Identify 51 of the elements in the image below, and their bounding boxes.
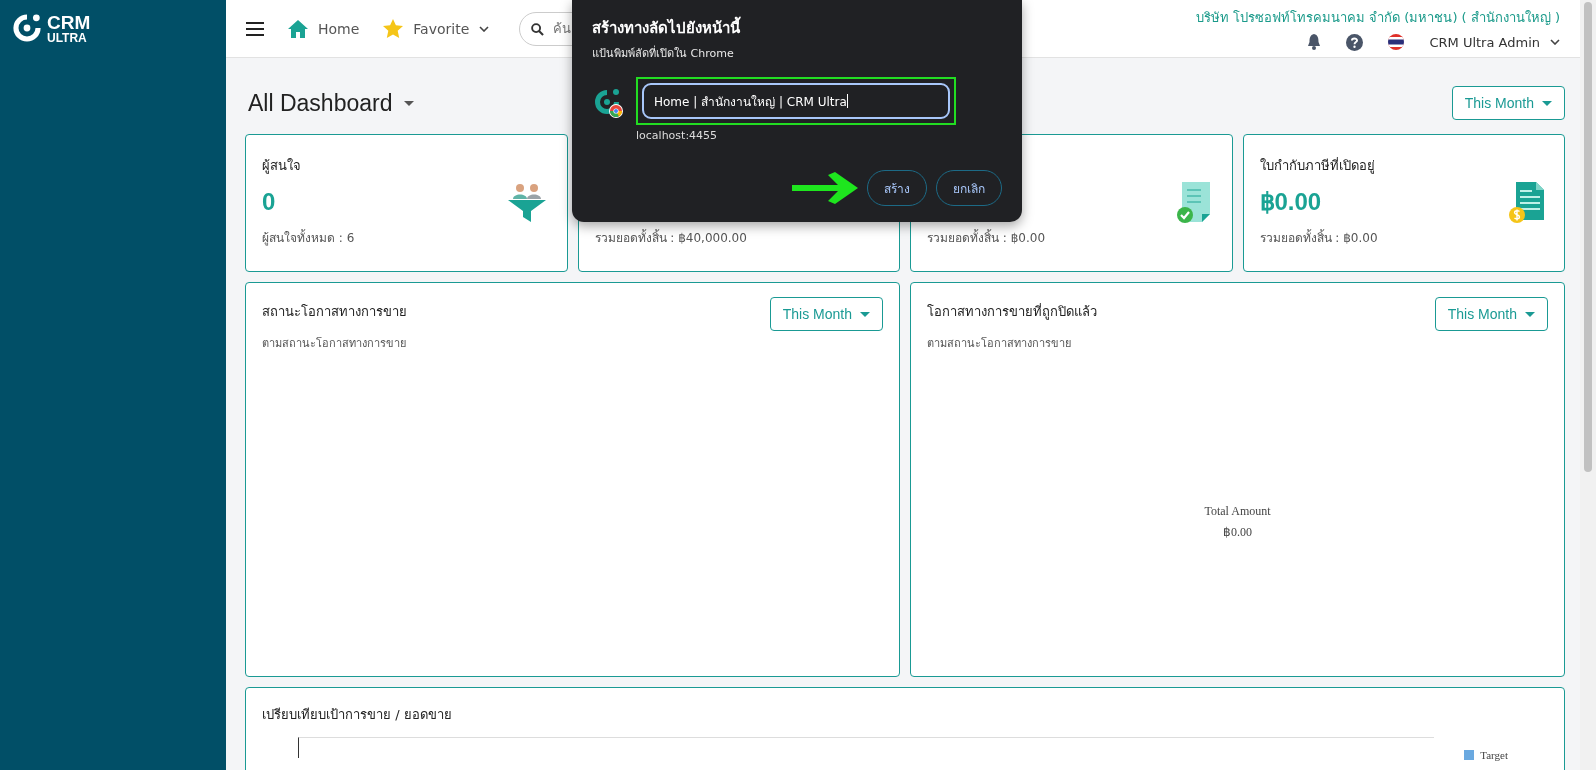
- arrow-icon: [792, 172, 858, 204]
- chart-center-label: Total Amount: [1204, 504, 1271, 519]
- card-title: ผู้สนใจ: [262, 157, 302, 176]
- legend-swatch: [1464, 750, 1475, 760]
- panel-title: สถานะโอกาสทางการขาย: [262, 303, 407, 321]
- app-icon: [592, 86, 624, 120]
- panel-title: เปรียบเทียบเป้าการขาย / ยอดขาย: [262, 707, 452, 722]
- checklist-icon: [1175, 182, 1212, 224]
- logo-text: CRM: [47, 12, 91, 32]
- caret-icon: [404, 100, 415, 106]
- favorite-menu[interactable]: Favorite: [383, 19, 490, 38]
- card-total: รวมยอดทั้งสิ้น : ฿0.00: [927, 228, 1046, 247]
- period-dropdown[interactable]: This Month: [769, 297, 883, 331]
- period-dropdown[interactable]: This Month: [1434, 297, 1548, 331]
- bell-icon[interactable]: [1307, 34, 1322, 50]
- caret-icon: [1542, 100, 1552, 106]
- card-total: รวมยอดทั้งสิ้น : ฿40,000.00: [594, 228, 747, 247]
- dashboard-title[interactable]: All Dashboard: [248, 89, 415, 117]
- help-icon[interactable]: [1346, 33, 1364, 51]
- card-value: 0: [262, 188, 277, 216]
- legend-label: Target: [1480, 749, 1508, 761]
- dialog-subtitle: แป้นพิมพ์ลัดที่เปิดใน Chrome: [592, 44, 735, 62]
- caret-icon: [860, 311, 870, 317]
- card-title: ใบกำกับภาษีที่เปิดอยู่: [1259, 156, 1376, 176]
- chevron-icon: [479, 25, 490, 32]
- card-value: ฿0.00: [1259, 188, 1323, 216]
- home-link[interactable]: Home: [288, 19, 360, 38]
- name-input[interactable]: Home | สำนักงานใหญ่ | CRM Ultra: [642, 83, 950, 119]
- flag-icon[interactable]: [1388, 34, 1405, 50]
- card-total: ผู้สนใจทั้งหมด : 6: [262, 228, 355, 247]
- logo-subtext: ULTRA: [47, 31, 88, 44]
- company-name: บริษัท โปรซอฟท์โทรคมนาคม จำกัด (มหาชน) ( สำนักงานใหญ่ ): [1195, 8, 1560, 27]
- panel-title: โอกาสทางการขายที่ถูกปิดแล้ว: [927, 302, 1097, 322]
- logo-icon: [10, 11, 44, 45]
- search-icon: [531, 22, 545, 36]
- chevron-icon: [1550, 39, 1560, 45]
- page-url: localhost:4455: [636, 129, 719, 142]
- scrollbar-thumb[interactable]: [1584, 2, 1592, 472]
- user-menu[interactable]: CRM Ultra Admin: [1429, 34, 1560, 50]
- panel-subtitle: ตามสถานะโอกาสทางการขาย: [927, 336, 1072, 352]
- dialog-title: สร้างทางลัดไปยังหน้านี้: [592, 16, 1002, 40]
- home-icon: [288, 19, 308, 38]
- menu-icon[interactable]: [246, 21, 264, 36]
- invoice-icon: [1508, 182, 1544, 224]
- funnel-people-icon: [506, 183, 547, 223]
- chart-center-value: ฿0.00: [1223, 525, 1252, 540]
- star-icon: [383, 19, 404, 38]
- panel-subtitle: ตามสถานะโอกาสทางการขาย: [262, 336, 407, 352]
- period-dropdown[interactable]: This Month: [1451, 86, 1565, 120]
- caret-icon: [1525, 311, 1535, 317]
- card-total: รวมยอดทั้งสิ้น : ฿0.00: [1259, 228, 1378, 247]
